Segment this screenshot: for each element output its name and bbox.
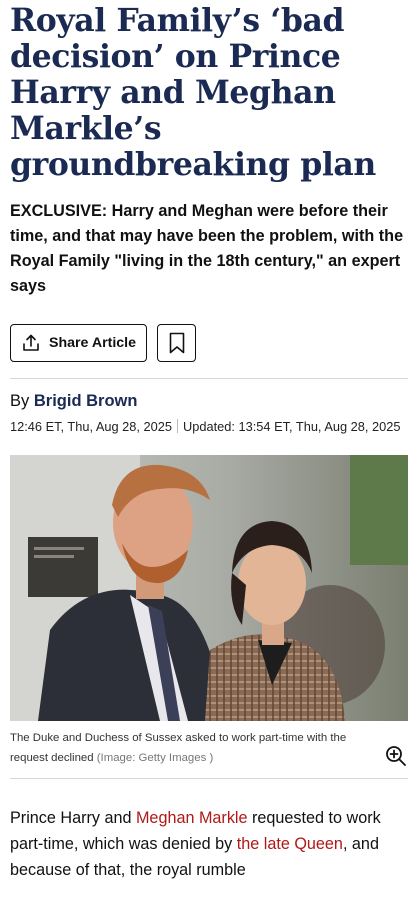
- divider: [10, 778, 408, 779]
- share-article-button[interactable]: Share Article: [10, 324, 148, 362]
- divider: [10, 378, 408, 379]
- late-queen-link[interactable]: the late Queen: [237, 835, 343, 853]
- image-caption: The Duke and Duchess of Sussex asked to …: [10, 728, 408, 768]
- zoom-in-icon[interactable]: [384, 744, 408, 768]
- body-paragraph: Prince Harry and Meghan Markle requested…: [10, 805, 408, 883]
- body-text-segment: Prince Harry and: [10, 809, 136, 827]
- meghan-markle-link[interactable]: Meghan Markle: [136, 809, 248, 827]
- article-actions: Share Article: [10, 324, 408, 362]
- updated-time: Updated: 13:54 ET, Thu, Aug 28, 2025: [183, 419, 401, 434]
- article-standfirst: EXCLUSIVE: Harry and Meghan were before …: [10, 202, 404, 295]
- share-icon: [21, 333, 41, 353]
- byline-prefix: By: [10, 392, 30, 410]
- byline: By Brigid Brown: [10, 392, 408, 411]
- bookmark-icon: [169, 332, 185, 354]
- article-headline: Royal Family’s ‘bad decision’ on Prince …: [10, 2, 376, 183]
- author-link[interactable]: Brigid Brown: [34, 392, 138, 410]
- share-article-label: Share Article: [49, 335, 137, 351]
- published-time: 12:46 ET, Thu, Aug 28, 2025: [10, 419, 172, 434]
- article-dates: 12:46 ET, Thu, Aug 28, 2025 Updated: 13:5…: [10, 417, 408, 436]
- article-image[interactable]: [10, 455, 408, 721]
- bookmark-button[interactable]: [157, 324, 197, 362]
- article-photo-illustration: [10, 455, 408, 721]
- date-separator: [177, 419, 178, 433]
- image-credit: (Image: Getty Images ): [96, 752, 214, 764]
- article-container: Royal Family’s ‘bad decision’ on Prince …: [0, 0, 417, 883]
